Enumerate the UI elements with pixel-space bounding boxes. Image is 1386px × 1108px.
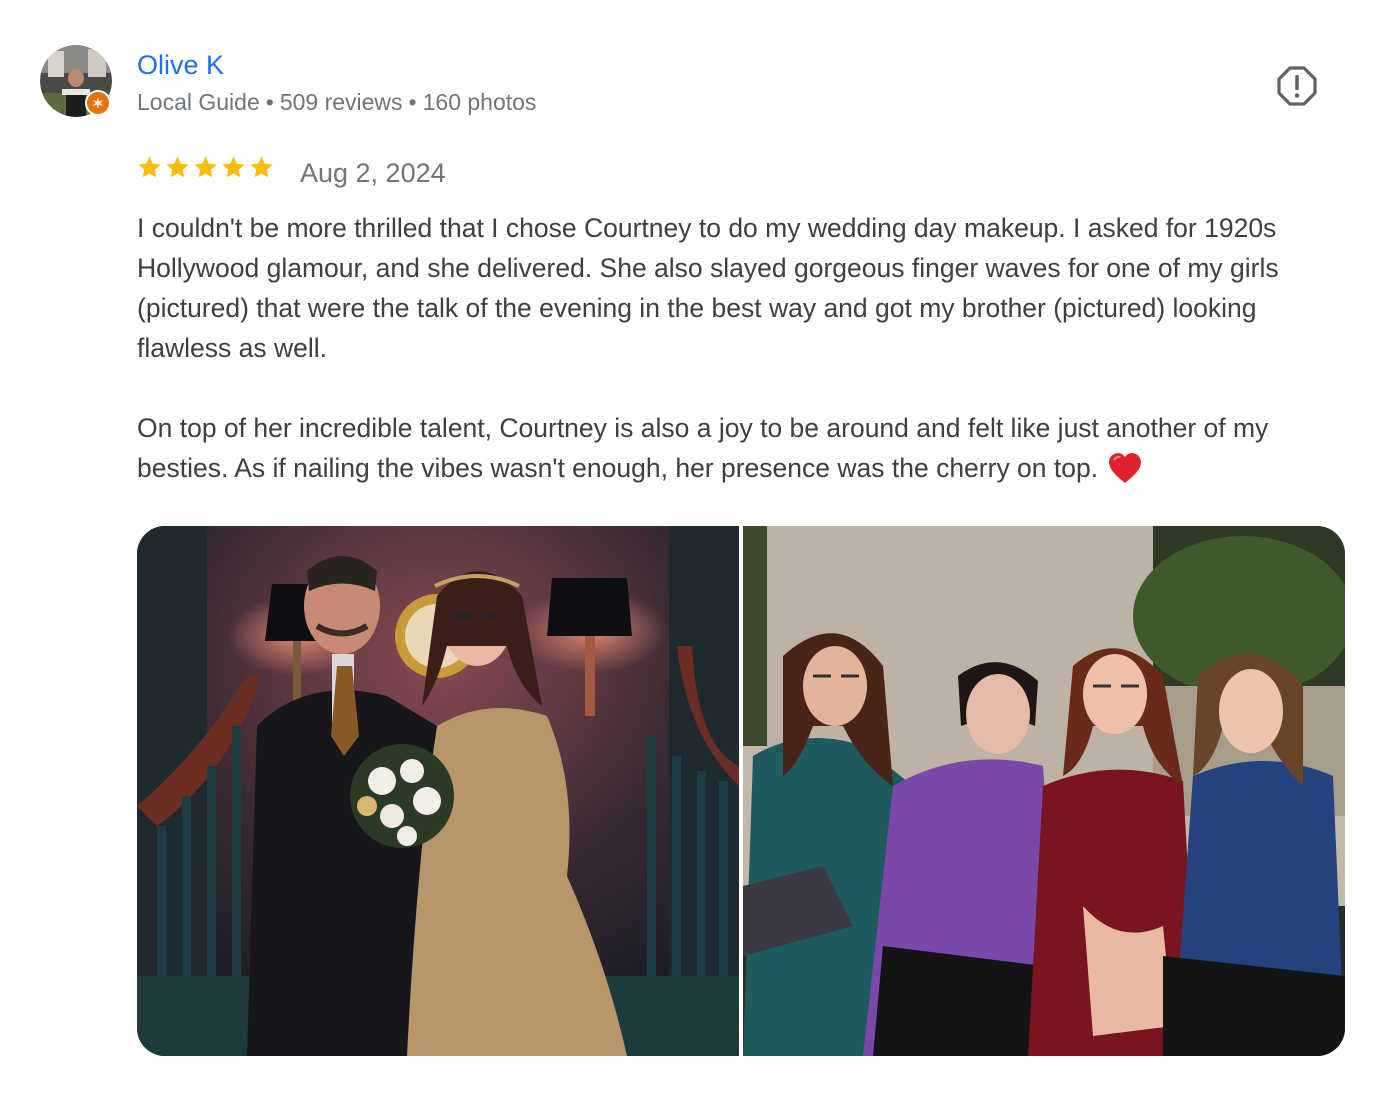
review-paragraph: On top of her incredible talent, Courtne… — [137, 413, 1269, 483]
review-body: I couldn't be more thrilled that I chose… — [137, 208, 1337, 495]
report-flag-icon — [1277, 66, 1317, 106]
author-avatar-container[interactable] — [40, 45, 114, 119]
report-review-button[interactable] — [1276, 65, 1318, 107]
local-guide-badge-icon — [85, 90, 111, 116]
review-date: Aug 2, 2024 — [300, 158, 446, 188]
review-paragraph: I couldn't be more thrilled that I chose… — [137, 213, 1279, 363]
star-rating — [137, 155, 274, 180]
author-meta: Local Guide • 509 reviews • 160 photos — [137, 88, 536, 116]
review-photos — [137, 526, 1345, 1056]
bridal-party-photo[interactable] — [743, 526, 1345, 1056]
star-icon — [138, 156, 161, 178]
star-icon — [222, 156, 245, 178]
local-guide-label: Local Guide — [137, 89, 260, 115]
star-icon — [166, 156, 189, 178]
review-count: 509 reviews — [279, 89, 403, 115]
review-paragraph-last: On top of her incredible talent, Courtne… — [137, 408, 1337, 495]
star-icon — [250, 156, 273, 178]
star-icon — [194, 156, 217, 178]
photo-count: 160 photos — [422, 89, 537, 115]
wedding-couple-photo[interactable] — [137, 526, 739, 1056]
meta-separator: • — [408, 89, 417, 115]
author-name[interactable]: Olive K — [137, 49, 224, 81]
red-heart-icon — [1108, 452, 1142, 495]
meta-separator: • — [265, 89, 274, 115]
